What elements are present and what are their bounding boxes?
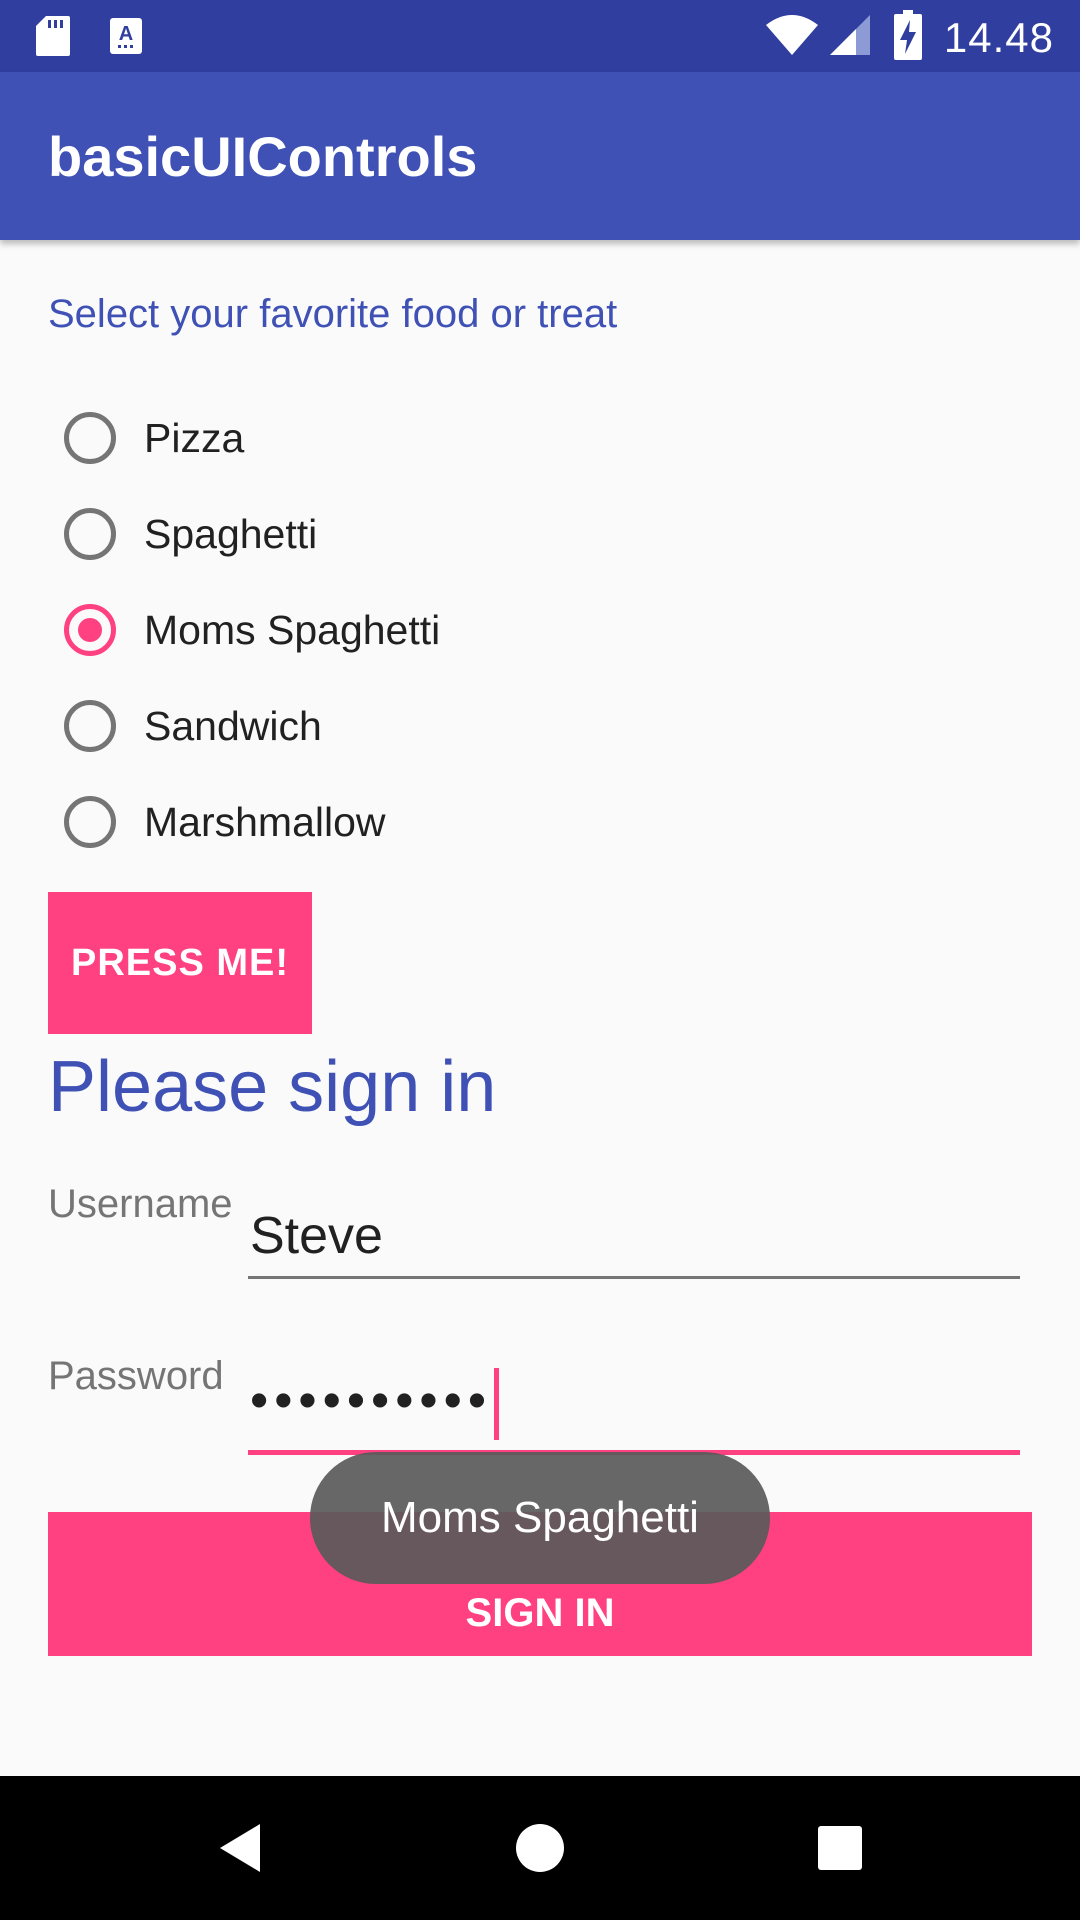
radio-label: Pizza	[144, 414, 245, 461]
radio-option-sandwich[interactable]: Sandwich	[64, 678, 440, 774]
food-radio-group: Pizza Spaghetti Moms Spaghetti Sandwich …	[64, 390, 440, 870]
food-prompt: Select your favorite food or treat	[48, 292, 618, 336]
wifi-icon	[764, 13, 820, 62]
keyboard-a-icon: A	[108, 16, 144, 61]
battery-charging-icon	[893, 10, 922, 65]
password-field[interactable]: ••••••••••	[250, 1368, 1020, 1440]
svg-text:A: A	[119, 23, 133, 45]
radio-option-pizza[interactable]: Pizza	[64, 390, 440, 486]
sd-card-icon	[34, 14, 72, 63]
home-icon[interactable]	[498, 1806, 582, 1890]
radio-label: Moms Spaghetti	[144, 606, 441, 653]
toast-message: Moms Spaghetti	[310, 1452, 770, 1584]
press-me-button[interactable]: PRESS ME!	[48, 892, 312, 1034]
radio-button[interactable]	[64, 508, 116, 560]
back-icon[interactable]	[198, 1806, 282, 1890]
navigation-bar	[0, 1776, 1080, 1920]
signal-icon	[828, 13, 872, 62]
radio-label: Marshmallow	[144, 798, 386, 845]
text-cursor	[494, 1368, 500, 1440]
radio-button[interactable]	[64, 700, 116, 752]
radio-option-marshmallow[interactable]: Marshmallow	[64, 774, 440, 870]
radio-button[interactable]	[64, 796, 116, 848]
status-bar: A 14.48	[0, 0, 1080, 72]
recents-icon[interactable]	[798, 1806, 882, 1890]
app-title: basicUIControls	[48, 125, 478, 188]
username-field[interactable]: Steve	[250, 1206, 1020, 1266]
username-label: Username	[48, 1182, 233, 1226]
radio-option-moms-spaghetti[interactable]: Moms Spaghetti	[64, 582, 440, 678]
password-value: ••••••••••	[250, 1371, 493, 1430]
radio-button-checked[interactable]	[64, 604, 116, 656]
password-label: Password	[48, 1354, 224, 1398]
radio-option-spaghetti[interactable]: Spaghetti	[64, 486, 440, 582]
username-underline	[248, 1276, 1020, 1279]
radio-button[interactable]	[64, 412, 116, 464]
radio-label: Sandwich	[144, 702, 322, 749]
radio-label: Spaghetti	[144, 510, 318, 557]
status-time: 14.48	[943, 13, 1054, 61]
sign-in-heading: Please sign in	[48, 1047, 497, 1127]
app-bar: basicUIControls	[0, 72, 1080, 240]
